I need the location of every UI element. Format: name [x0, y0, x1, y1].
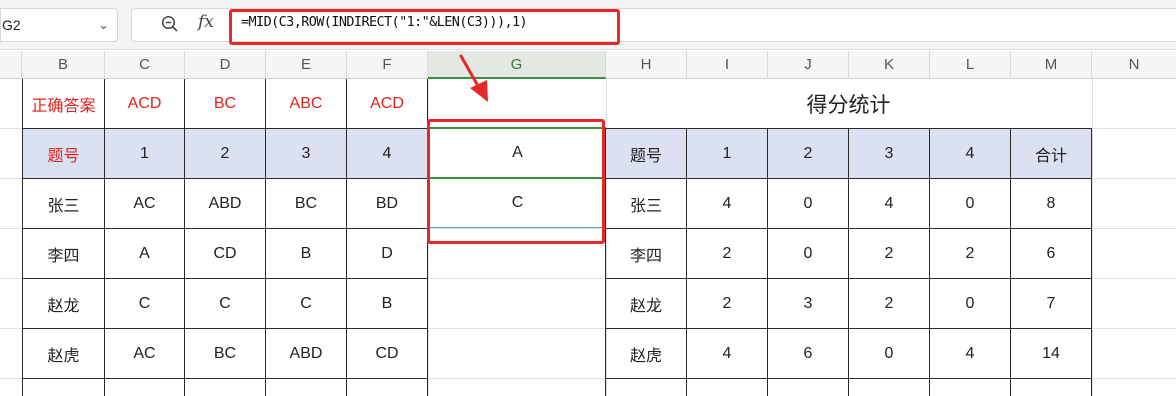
- column-header-m[interactable]: M: [1011, 51, 1092, 79]
- score-name-cell[interactable]: 李四: [606, 229, 687, 279]
- column-header-blank: [0, 51, 22, 79]
- answer-label-cell[interactable]: 正确答案: [23, 79, 105, 129]
- score-cell[interactable]: 0: [849, 329, 930, 379]
- answer-cell[interactable]: ACD: [105, 79, 185, 129]
- column-header-j[interactable]: J: [768, 51, 849, 79]
- score-table-title[interactable]: 得分统计: [606, 79, 1091, 129]
- student-name-cell[interactable]: 赵虎: [23, 329, 105, 379]
- score-cell[interactable]: 6: [768, 329, 849, 379]
- table-border: [346, 379, 347, 396]
- student-name-cell[interactable]: 李四: [23, 229, 105, 279]
- table-border: [1091, 379, 1092, 396]
- column-header-k[interactable]: K: [849, 51, 930, 79]
- score-header-cell[interactable]: 1: [687, 129, 768, 179]
- question-number-cell[interactable]: 2: [185, 129, 266, 179]
- column-header-row: B C D E F G H I J K L M N: [0, 51, 1176, 79]
- score-total-cell[interactable]: 7: [1011, 279, 1092, 329]
- column-header-b[interactable]: B: [22, 51, 105, 79]
- column-header-f[interactable]: F: [347, 51, 428, 79]
- table-border: [104, 379, 105, 396]
- score-cell[interactable]: 2: [849, 279, 930, 329]
- score-cell[interactable]: 2: [849, 229, 930, 279]
- column-header-l[interactable]: L: [930, 51, 1011, 79]
- score-name-cell[interactable]: 赵龙: [606, 279, 687, 329]
- score-cell[interactable]: 0: [930, 179, 1011, 229]
- table-border: [1010, 379, 1011, 396]
- column-header-h[interactable]: H: [606, 51, 687, 79]
- score-cell[interactable]: 0: [768, 179, 849, 229]
- question-number-cell[interactable]: 3: [266, 129, 347, 179]
- student-answer-cell[interactable]: ABD: [266, 329, 347, 379]
- score-total-cell[interactable]: 14: [1011, 329, 1092, 379]
- question-label-cell[interactable]: 题号: [23, 129, 105, 179]
- student-answer-cell[interactable]: AC: [105, 329, 185, 379]
- student-answer-cell[interactable]: BD: [347, 179, 428, 229]
- column-header-n[interactable]: N: [1092, 51, 1176, 79]
- score-cell[interactable]: 2: [930, 229, 1011, 279]
- question-number-cell[interactable]: 1: [105, 129, 185, 179]
- name-box-value: G2: [2, 17, 21, 33]
- student-name-cell[interactable]: 张三: [23, 179, 105, 229]
- score-cell[interactable]: 4: [849, 179, 930, 229]
- score-header-cell[interactable]: 2: [768, 129, 849, 179]
- zoom-out-icon[interactable]: [161, 15, 179, 33]
- score-cell[interactable]: 2: [687, 229, 768, 279]
- student-answer-cell[interactable]: B: [347, 279, 428, 329]
- student-answer-cell[interactable]: CD: [347, 329, 428, 379]
- column-header-i[interactable]: I: [687, 51, 768, 79]
- student-answer-cell[interactable]: CD: [185, 229, 266, 279]
- fx-icon[interactable]: fx: [198, 12, 214, 32]
- chevron-down-icon[interactable]: ⌄: [98, 9, 109, 41]
- score-cell[interactable]: 3: [768, 279, 849, 329]
- answer-cell[interactable]: ABC: [266, 79, 347, 129]
- score-total-cell[interactable]: 8: [1011, 179, 1092, 229]
- table-border: [184, 379, 185, 396]
- table-border: [686, 379, 687, 396]
- student-answer-cell[interactable]: B: [266, 229, 347, 279]
- question-number-cell[interactable]: 4: [347, 129, 428, 179]
- student-answer-cell[interactable]: D: [347, 229, 428, 279]
- name-box[interactable]: G2 ⌄: [0, 8, 118, 42]
- score-cell[interactable]: 2: [687, 279, 768, 329]
- formula-bar: G2 ⌄ fx =MID(C3,ROW(INDIRECT("1:"&LEN(C3…: [0, 0, 1176, 50]
- answer-cell[interactable]: BC: [185, 79, 266, 129]
- score-header-cell[interactable]: 3: [849, 129, 930, 179]
- student-answer-cell[interactable]: BC: [266, 179, 347, 229]
- gridline: [1092, 79, 1093, 396]
- formula-highlight-box: [229, 9, 620, 45]
- student-answer-cell[interactable]: A: [105, 229, 185, 279]
- student-answer-cell[interactable]: ABD: [185, 179, 266, 229]
- score-cell[interactable]: 4: [687, 179, 768, 229]
- column-header-g[interactable]: G: [428, 51, 606, 79]
- score-name-cell[interactable]: 张三: [606, 179, 687, 229]
- score-cell[interactable]: 0: [930, 279, 1011, 329]
- table-border: [427, 379, 428, 396]
- score-header-cell[interactable]: 题号: [606, 129, 687, 179]
- column-header-e[interactable]: E: [266, 51, 347, 79]
- score-header-cell[interactable]: 合计: [1011, 129, 1092, 179]
- table-border: [848, 379, 849, 396]
- student-name-cell[interactable]: 赵龙: [23, 279, 105, 329]
- table-border: [767, 379, 768, 396]
- score-cell[interactable]: 4: [687, 329, 768, 379]
- student-answer-cell[interactable]: C: [266, 279, 347, 329]
- student-answer-cell[interactable]: BC: [185, 329, 266, 379]
- score-name-cell[interactable]: 赵虎: [606, 329, 687, 379]
- score-header-cell[interactable]: 4: [930, 129, 1011, 179]
- g-column-highlight-box: [427, 119, 605, 244]
- column-header-c[interactable]: C: [105, 51, 185, 79]
- student-answer-cell[interactable]: C: [105, 279, 185, 329]
- table-border: [265, 379, 266, 396]
- student-answer-cell[interactable]: C: [185, 279, 266, 329]
- table-border: [929, 379, 930, 396]
- score-cell[interactable]: 4: [930, 329, 1011, 379]
- score-cell[interactable]: 0: [768, 229, 849, 279]
- answer-cell[interactable]: ACD: [347, 79, 428, 129]
- score-total-cell[interactable]: 6: [1011, 229, 1092, 279]
- column-header-d[interactable]: D: [185, 51, 266, 79]
- student-answer-cell[interactable]: AC: [105, 179, 185, 229]
